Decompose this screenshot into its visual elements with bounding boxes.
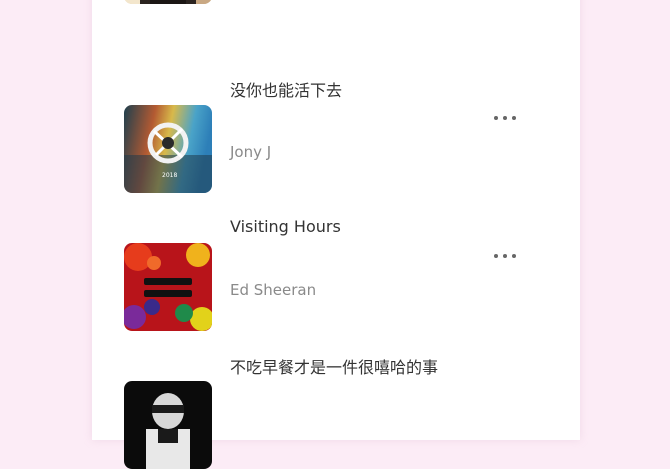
song-list-panel: 许嵩 [92, 0, 580, 469]
more-dots-icon [512, 116, 516, 120]
more-dots-icon [503, 254, 507, 258]
song-artist: Ed Sheeran [230, 281, 317, 299]
album-cover-portrait-warm-icon [124, 0, 212, 4]
album-cover[interactable] [124, 0, 212, 4]
more-options-button[interactable] [488, 108, 522, 128]
album-cover[interactable] [124, 381, 212, 469]
more-dots-icon [503, 116, 507, 120]
song-title: 不吃早餐才是一件很嘻哈的事 [230, 358, 439, 377]
more-dots-icon [512, 254, 516, 258]
album-cover[interactable] [124, 243, 212, 331]
song-title: 没你也能活下去 [230, 81, 343, 100]
album-cover-equals-red-icon [124, 243, 212, 331]
svg-text:2018: 2018 [162, 172, 177, 179]
song-row[interactable]: 2018 没你也能活下去 Jony J [92, 54, 580, 193]
song-row[interactable]: 许嵩 [92, 0, 580, 54]
album-cover-bw-portrait-icon [124, 381, 212, 469]
more-dots-icon [494, 254, 498, 258]
more-dots-icon [494, 116, 498, 120]
song-row[interactable]: 不吃早餐才是一件很嘻哈的事 [92, 330, 580, 469]
more-options-button[interactable] [488, 246, 522, 266]
song-artist: Jony J [230, 143, 272, 161]
album-cover[interactable]: 2018 [124, 105, 212, 193]
song-artist: 许嵩 [230, 0, 260, 3]
song-title: Visiting Hours [230, 217, 341, 236]
song-row[interactable]: Visiting Hours Ed Sheeran [92, 192, 580, 331]
album-cover-rainbow-abstract-icon: 2018 [124, 105, 212, 193]
